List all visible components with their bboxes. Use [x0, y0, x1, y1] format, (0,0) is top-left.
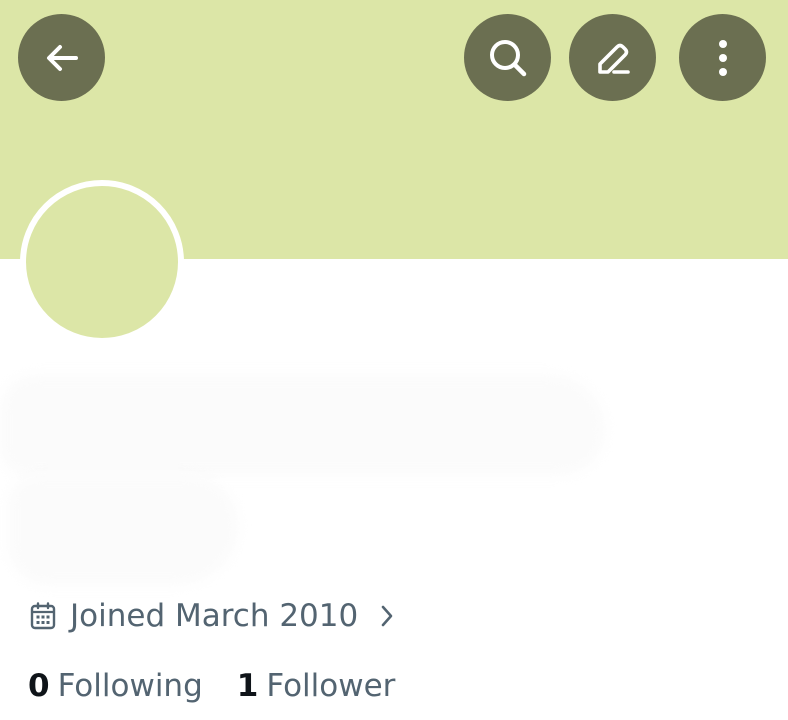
- back-button[interactable]: [18, 14, 105, 101]
- following-link[interactable]: 0 Following: [28, 668, 203, 704]
- redacted-profile-name-area: [0, 365, 620, 595]
- avatar[interactable]: [20, 180, 184, 344]
- calendar-icon: [30, 602, 56, 630]
- following-count: 0: [28, 668, 50, 704]
- followers-link[interactable]: 1 Follower: [237, 668, 396, 704]
- joined-date-row[interactable]: Joined March 2010: [30, 594, 394, 638]
- edit-profile-button[interactable]: [569, 14, 656, 101]
- more-vertical-icon: [718, 39, 727, 76]
- joined-date-text: Joined March 2010: [70, 598, 359, 634]
- followers-count: 1: [236, 668, 259, 704]
- more-options-button[interactable]: [679, 14, 766, 101]
- redacted-block: [8, 475, 238, 585]
- follow-stats: 0 Following 1 Follower: [28, 664, 395, 708]
- following-label: Following: [57, 668, 203, 704]
- pencil-icon: [597, 43, 630, 74]
- redacted-block: [0, 375, 605, 475]
- followers-label: Follower: [266, 668, 396, 704]
- profile-page: Joined March 2010 0 Following 1 Follower: [0, 0, 788, 720]
- arrow-left-icon: [46, 44, 78, 71]
- search-button[interactable]: [464, 14, 551, 101]
- chevron-right-icon: [381, 605, 393, 627]
- search-icon: [489, 39, 526, 76]
